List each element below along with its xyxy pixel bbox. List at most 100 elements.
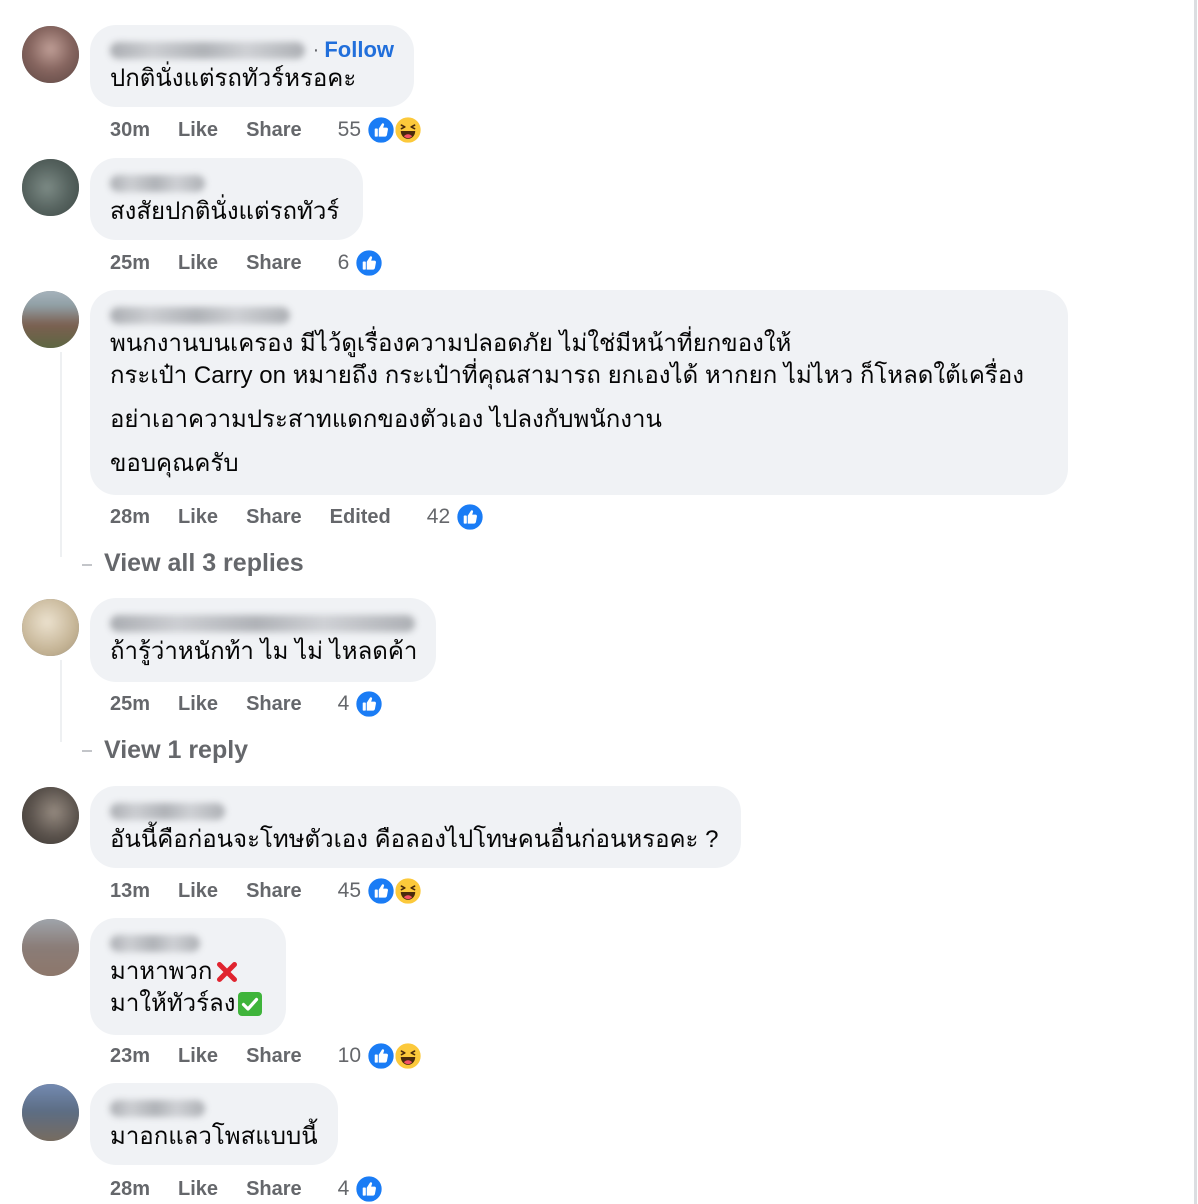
page-edge [1194, 0, 1197, 1204]
like-button[interactable]: Like [178, 880, 218, 903]
comment-text-line: มาให้ทัวร์ลง [110, 988, 266, 1020]
haha-reaction-icon [393, 115, 423, 145]
thread-dash [82, 750, 92, 752]
reaction-count[interactable]: 4 [338, 692, 350, 716]
author-row [110, 798, 721, 824]
author-name[interactable] [110, 41, 305, 59]
share-button[interactable]: Share [246, 252, 302, 275]
reaction-icons[interactable] [354, 1174, 384, 1204]
timestamp[interactable]: 28m [110, 506, 150, 529]
avatar[interactable] [22, 159, 79, 216]
view-replies-link[interactable]: View all 3 replies [104, 548, 304, 578]
edited-label[interactable]: Edited [330, 506, 391, 529]
comment-actions: 28m Like Share 4 [110, 1174, 384, 1204]
avatar[interactable] [22, 1084, 79, 1141]
comment-bubble: สงสัยปกตินั่งแต่รถทัวร์ [90, 158, 363, 240]
author-row: · Follow [110, 37, 394, 63]
share-button[interactable]: Share [246, 119, 302, 142]
author-name[interactable] [110, 306, 290, 324]
thread-line [60, 352, 62, 557]
comment-bubble: มาอกแลวโพสแบบนี้ [90, 1083, 338, 1165]
like-reaction-icon [354, 689, 384, 719]
reaction-icons[interactable] [354, 248, 384, 278]
comment-text: ถ้ารู้ว่าหนักท้า ไม ไม่ ไหลดค้า [110, 638, 418, 665]
reaction-count[interactable]: 6 [338, 251, 350, 275]
reaction-count[interactable]: 55 [338, 118, 361, 142]
avatar-image [22, 1084, 79, 1141]
reaction-icons[interactable] [366, 876, 423, 906]
like-button[interactable]: Like [178, 506, 218, 529]
timestamp[interactable]: 13m [110, 880, 150, 903]
avatar-image [22, 919, 79, 976]
timestamp[interactable]: 23m [110, 1045, 150, 1068]
avatar-image [22, 599, 79, 656]
comment-text: มาหาพวก [110, 958, 213, 985]
author-row [110, 302, 1048, 328]
cross-mark-icon [214, 959, 240, 985]
comments-section: · Follow ปกตินั่งแต่รถทัวร์หรอคะ 30m Lik… [0, 0, 1198, 1204]
share-button[interactable]: Share [246, 880, 302, 903]
share-button[interactable]: Share [246, 1045, 302, 1068]
author-name[interactable] [110, 614, 415, 632]
like-button[interactable]: Like [178, 1045, 218, 1068]
thread-dash [82, 564, 92, 566]
author-name[interactable] [110, 1099, 205, 1117]
comment-text-line: พนกงานบนเครอง มีไว้ดูเรื่องความปลอดภัย ไ… [110, 330, 792, 357]
comment-actions: 30m Like Share 55 [110, 115, 423, 145]
comment-text-line: กระเป๋า Carry on หมายถึง กระเป๋าที่คุณสา… [110, 362, 1024, 389]
reaction-count[interactable]: 4 [338, 1177, 350, 1201]
avatar[interactable] [22, 599, 79, 656]
comment-bubble: · Follow ปกตินั่งแต่รถทัวร์หรอคะ [90, 25, 414, 107]
reaction-icons[interactable] [366, 1041, 423, 1071]
timestamp[interactable]: 30m [110, 119, 150, 142]
comment-text: มาให้ทัวร์ลง [110, 990, 236, 1017]
like-reaction-icon [366, 876, 396, 906]
comment-bubble: มาหาพวก มาให้ทัวร์ลง [90, 918, 286, 1035]
reaction-icons[interactable] [455, 502, 485, 532]
like-button[interactable]: Like [178, 119, 218, 142]
reaction-count[interactable]: 45 [338, 879, 361, 903]
comment-text-line: มาหาพวก [110, 956, 266, 988]
reaction-count[interactable]: 10 [338, 1044, 361, 1068]
avatar[interactable] [22, 291, 79, 348]
author-name[interactable] [110, 174, 205, 192]
like-reaction-icon [354, 1174, 384, 1204]
comment-bubble: ถ้ารู้ว่าหนักท้า ไม ไม่ ไหลดค้า [90, 598, 436, 682]
like-reaction-icon [354, 248, 384, 278]
comment-actions: 23m Like Share 10 [110, 1041, 423, 1071]
timestamp[interactable]: 25m [110, 693, 150, 716]
reaction-icons[interactable] [354, 689, 384, 719]
author-row [110, 170, 343, 196]
like-reaction-icon [366, 1041, 396, 1071]
timestamp[interactable]: 28m [110, 1178, 150, 1201]
avatar[interactable] [22, 26, 79, 83]
author-row [110, 610, 416, 636]
view-replies-link[interactable]: View 1 reply [104, 735, 248, 765]
reaction-icons[interactable] [366, 115, 423, 145]
like-button[interactable]: Like [178, 1178, 218, 1201]
author-name[interactable] [110, 934, 200, 952]
avatar[interactable] [22, 919, 79, 976]
follow-separator: · [312, 38, 320, 61]
share-button[interactable]: Share [246, 506, 302, 529]
share-button[interactable]: Share [246, 1178, 302, 1201]
share-button[interactable]: Share [246, 693, 302, 716]
comment-bubble: พนกงานบนเครอง มีไว้ดูเรื่องความปลอดภัย ไ… [90, 290, 1068, 495]
comment-text: ปกตินั่งแต่รถทัวร์หรอคะ [110, 65, 357, 92]
reaction-count[interactable]: 42 [427, 505, 450, 529]
comment-text: มาอกแลวโพสแบบนี้ [110, 1123, 318, 1150]
follow-link[interactable]: Follow [324, 37, 394, 63]
like-button[interactable]: Like [178, 252, 218, 275]
comment-text: สงสัยปกตินั่งแต่รถทัวร์ [110, 198, 340, 225]
like-reaction-icon [455, 502, 485, 532]
like-button[interactable]: Like [178, 693, 218, 716]
check-mark-icon [237, 991, 263, 1017]
author-name[interactable] [110, 802, 225, 820]
comment-text: อันนี้คือก่อนจะโทษตัวเอง คือลองไปโทษคนอื… [110, 826, 719, 853]
like-reaction-icon [366, 115, 396, 145]
thread-line [60, 660, 62, 742]
haha-reaction-icon [393, 876, 423, 906]
avatar[interactable] [22, 787, 79, 844]
haha-reaction-icon [393, 1041, 423, 1071]
timestamp[interactable]: 25m [110, 252, 150, 275]
